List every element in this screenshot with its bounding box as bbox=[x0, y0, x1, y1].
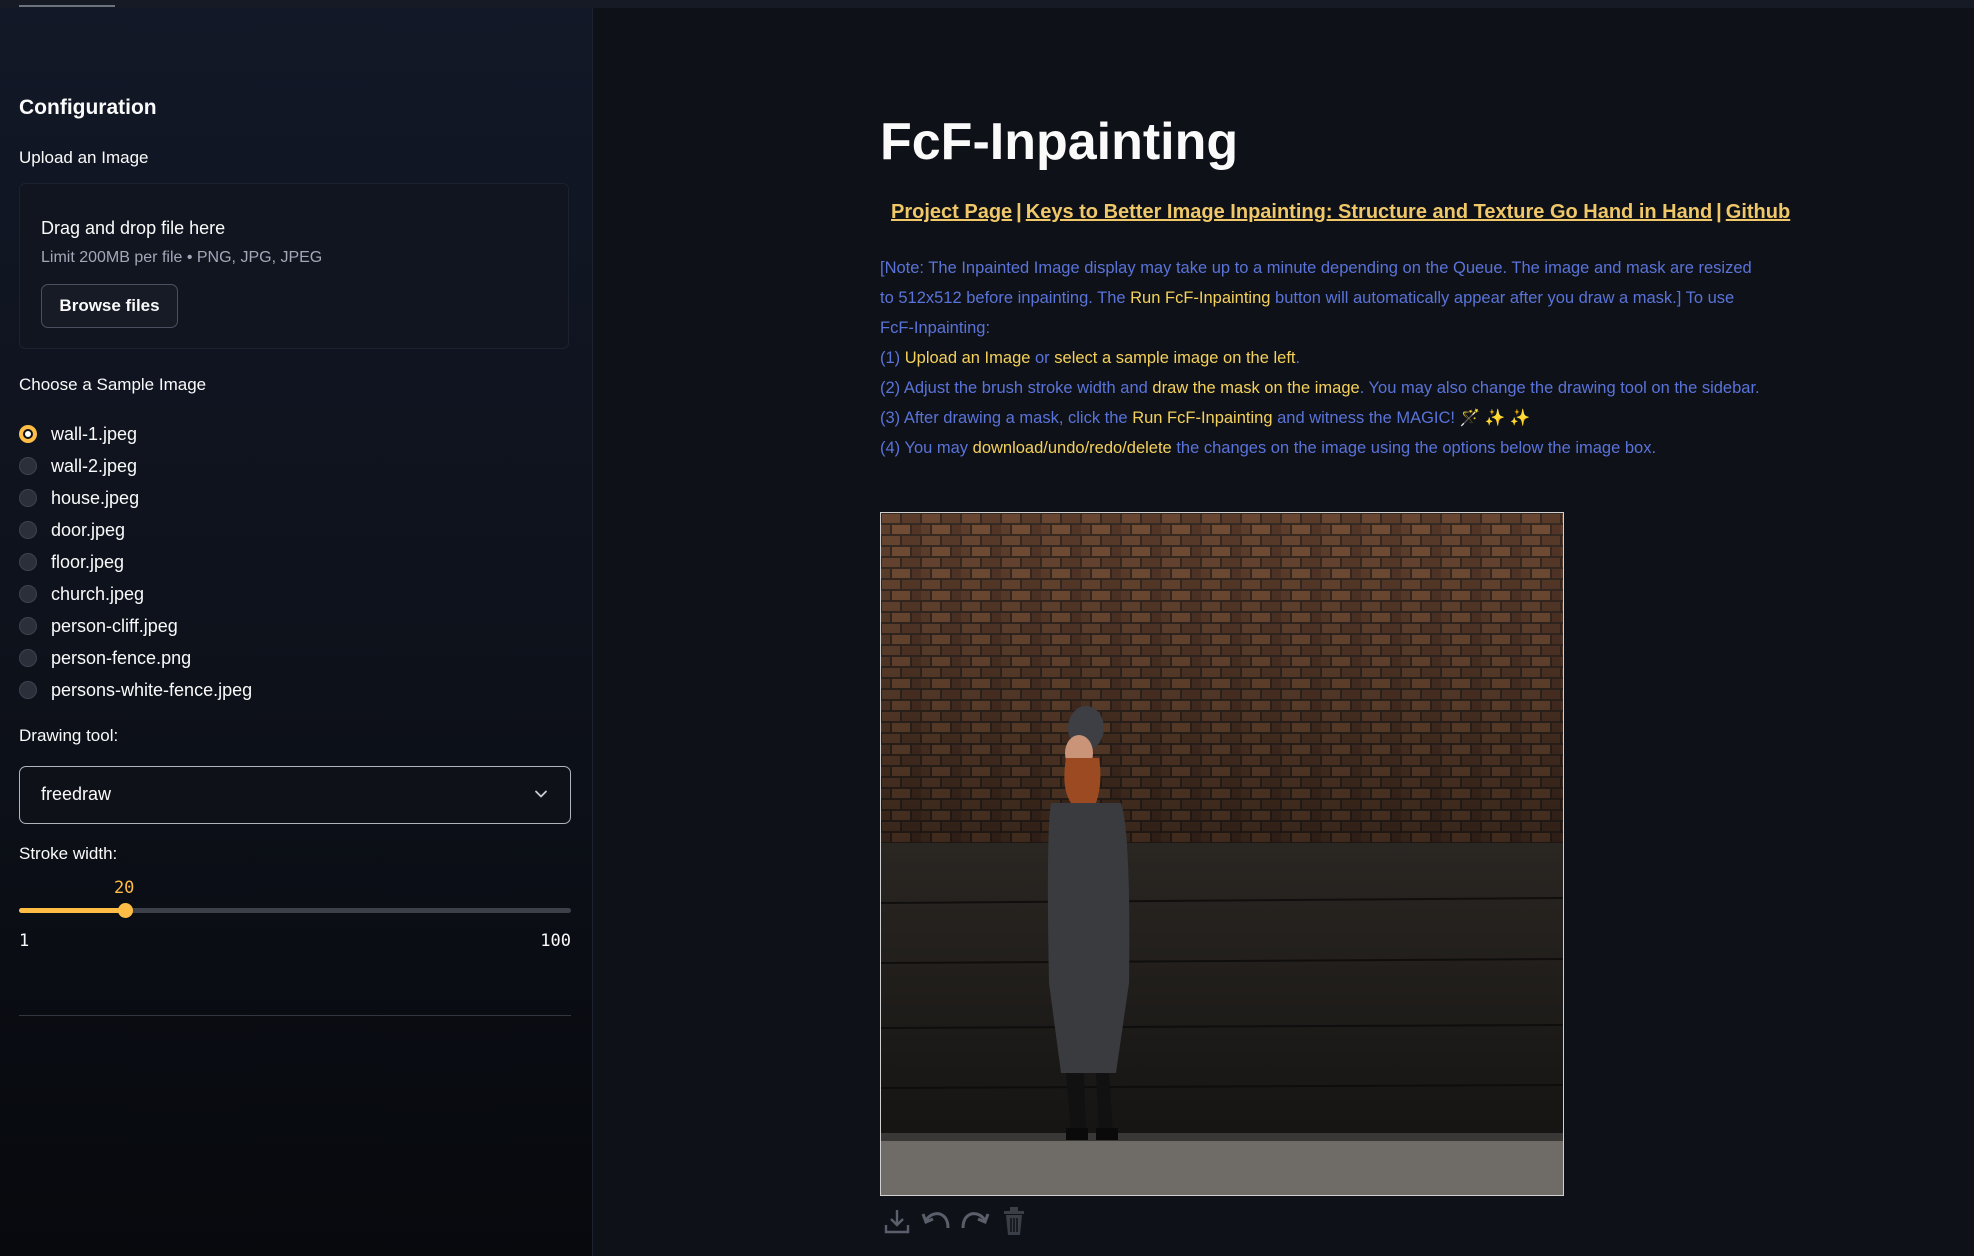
sample-image-option[interactable]: person-cliff.jpeg bbox=[19, 612, 319, 640]
sample-image-option[interactable]: church.jpeg bbox=[19, 580, 319, 608]
dropzone-title: Drag and drop file here bbox=[41, 218, 226, 238]
top-header-bar bbox=[0, 0, 1974, 8]
sample-image-option[interactable]: house.jpeg bbox=[19, 484, 319, 512]
download-button[interactable] bbox=[880, 1204, 913, 1238]
step-text: and witness the MAGIC! 🪄 ✨ ✨ bbox=[1272, 409, 1531, 427]
sample-image-option-label: persons-white-fence.jpeg bbox=[51, 679, 253, 700]
step-highlight: Upload an Image bbox=[904, 349, 1031, 367]
sample-image-option-label: wall-1.jpeg bbox=[51, 423, 138, 444]
upload-label: Upload an Image bbox=[19, 148, 149, 167]
radio-button-icon[interactable] bbox=[19, 649, 37, 667]
instructions-step-1: (1) Upload an Image or select a sample i… bbox=[880, 343, 1760, 373]
sample-image-option[interactable]: door.jpeg bbox=[19, 516, 319, 544]
sample-image-option[interactable]: wall-2.jpeg bbox=[19, 452, 319, 480]
note-highlight: Run FcF-Inpainting bbox=[1130, 289, 1271, 307]
step-text: (4) You may bbox=[880, 439, 973, 457]
instructions-note: [Note: The Inpainted Image display may t… bbox=[880, 253, 1760, 343]
step-text: (1) bbox=[880, 349, 905, 367]
chevron-down-icon bbox=[535, 790, 547, 798]
drawing-tool-selected-value: freedraw bbox=[41, 784, 112, 804]
radio-button-icon[interactable] bbox=[19, 585, 37, 603]
drawing-tool-select[interactable]: freedraw bbox=[19, 766, 571, 824]
stroke-width-label: Stroke width: bbox=[19, 844, 118, 863]
sample-image-option-label: person-fence.png bbox=[51, 647, 192, 668]
radio-button-icon[interactable] bbox=[19, 521, 37, 539]
step-text: . You may also change the drawing tool o… bbox=[1359, 379, 1760, 397]
github-link[interactable]: Github bbox=[1726, 201, 1790, 223]
step-highlight: Run FcF-Inpainting bbox=[1132, 409, 1273, 427]
redo-icon bbox=[961, 1212, 989, 1229]
link-separator: | bbox=[1716, 201, 1722, 223]
step-highlight: download/undo/redo/delete bbox=[972, 439, 1172, 457]
dropzone-limit-text: Limit 200MB per file • PNG, JPG, JPEG bbox=[41, 249, 323, 266]
slider-min-label: 1 bbox=[19, 931, 30, 951]
header-tab-indicator bbox=[19, 5, 115, 7]
stroke-width-slider[interactable] bbox=[19, 903, 571, 918]
browse-files-button[interactable]: Browse files bbox=[41, 284, 178, 328]
slider-fill bbox=[19, 908, 125, 913]
project-page-link[interactable]: Project Page bbox=[891, 201, 1012, 223]
sample-image-label: Choose a Sample Image bbox=[19, 375, 207, 394]
sidebar-divider bbox=[19, 1015, 571, 1016]
drawing-tool-label: Drawing tool: bbox=[19, 726, 119, 745]
drawable-canvas[interactable] bbox=[880, 512, 1564, 1196]
file-uploader-dropzone[interactable]: Drag and drop file here Limit 200MB per … bbox=[19, 183, 569, 349]
instructions-step-4: (4) You may download/undo/redo/delete th… bbox=[880, 433, 1760, 463]
sample-image-option-label: house.jpeg bbox=[51, 487, 140, 508]
page-title: FcF-Inpainting bbox=[880, 113, 1239, 171]
sidebar-title: Configuration bbox=[19, 96, 157, 119]
instructions: [Note: The Inpainted Image display may t… bbox=[880, 253, 1760, 463]
stroke-width-value: 20 bbox=[113, 878, 135, 898]
step-highlight: select a sample image on the left bbox=[1054, 349, 1296, 367]
step-text: or bbox=[1030, 349, 1055, 367]
undo-icon bbox=[921, 1212, 949, 1229]
sample-image-option[interactable]: wall-1.jpeg bbox=[19, 420, 319, 448]
instructions-step-2: (2) Adjust the brush stroke width and dr… bbox=[880, 373, 1760, 403]
paper-link[interactable]: Keys to Better Image Inpainting: Structu… bbox=[1026, 201, 1712, 223]
sample-image-option[interactable]: persons-white-fence.jpeg bbox=[19, 676, 319, 704]
wall-photo-image bbox=[881, 513, 1563, 1195]
sample-image-option-label: church.jpeg bbox=[51, 583, 145, 604]
canvas-toolbar bbox=[880, 1204, 1030, 1240]
redo-button[interactable] bbox=[958, 1204, 991, 1238]
step-text: (2) Adjust the brush stroke width and bbox=[880, 379, 1153, 397]
slider-max-label: 100 bbox=[540, 931, 571, 951]
trash-icon bbox=[1003, 1207, 1024, 1235]
download-icon bbox=[884, 1210, 909, 1234]
sample-image-option-label: person-cliff.jpeg bbox=[51, 615, 178, 636]
link-separator: | bbox=[1016, 201, 1022, 223]
header-links: Project Page | Keys to Better Image Inpain… bbox=[891, 201, 1790, 224]
radio-button-icon[interactable] bbox=[19, 457, 37, 475]
radio-button-icon[interactable] bbox=[19, 617, 37, 635]
step-highlight: draw the mask on the image bbox=[1152, 379, 1360, 397]
radio-button-icon[interactable] bbox=[19, 425, 37, 443]
step-text: . bbox=[1295, 349, 1301, 367]
radio-button-icon[interactable] bbox=[19, 553, 37, 571]
main-content: FcF-Inpainting Project Page | Keys to Bett… bbox=[593, 8, 1974, 1256]
sample-image-option[interactable]: floor.jpeg bbox=[19, 548, 319, 576]
sample-image-option-label: floor.jpeg bbox=[51, 551, 125, 572]
sidebar: Configuration Upload an Image Drag and d… bbox=[0, 8, 593, 1256]
sample-image-option-label: door.jpeg bbox=[51, 519, 126, 540]
step-text: the changes on the image using the optio… bbox=[1171, 439, 1657, 457]
sample-image-option-label: wall-2.jpeg bbox=[51, 455, 138, 476]
slider-thumb[interactable] bbox=[117, 903, 133, 918]
delete-button[interactable] bbox=[997, 1204, 1030, 1238]
undo-button[interactable] bbox=[919, 1204, 952, 1238]
step-text: (3) After drawing a mask, click the bbox=[880, 409, 1133, 427]
radio-button-icon[interactable] bbox=[19, 681, 37, 699]
instructions-step-3: (3) After drawing a mask, click the Run … bbox=[880, 403, 1760, 433]
radio-button-icon[interactable] bbox=[19, 489, 37, 507]
sample-image-option[interactable]: person-fence.png bbox=[19, 644, 319, 672]
